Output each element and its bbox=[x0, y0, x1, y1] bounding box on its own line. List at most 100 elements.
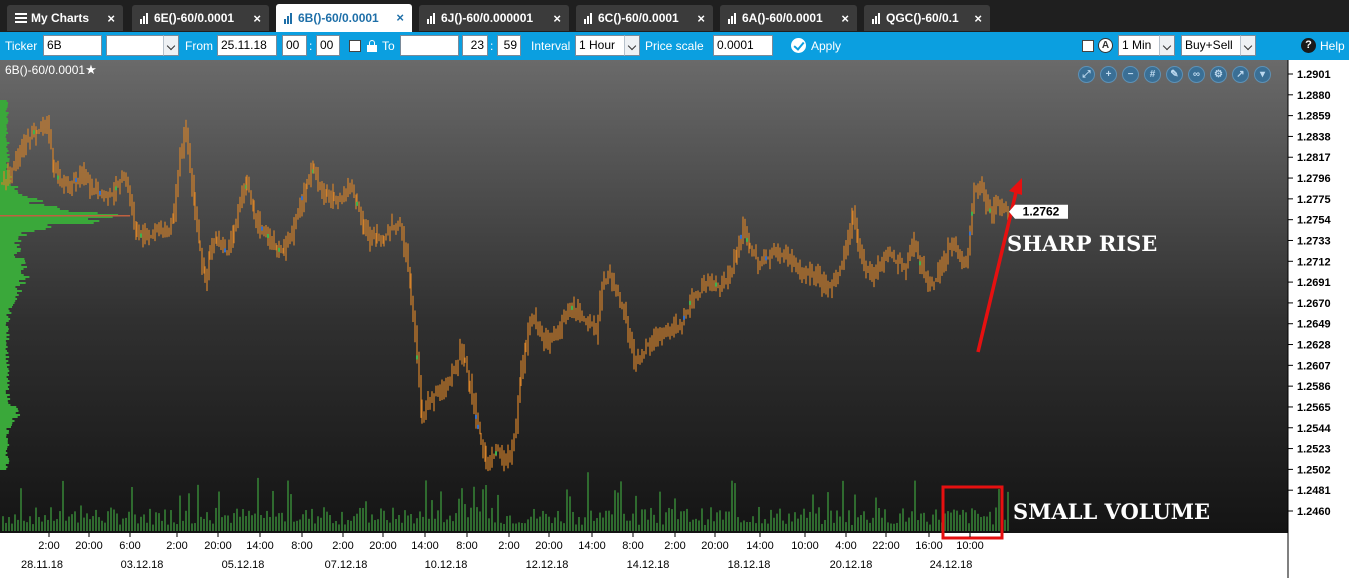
check-circle-icon[interactable] bbox=[791, 38, 806, 53]
tab-6j[interactable]: 6J()-60/0.000001 × bbox=[419, 5, 569, 31]
volume-bar bbox=[572, 511, 574, 531]
tab-6b[interactable]: 6B()-60/0.0001 × bbox=[276, 4, 412, 32]
volume-bar bbox=[263, 517, 265, 531]
volume-bar bbox=[551, 523, 553, 531]
volume-profile-bar bbox=[0, 430, 9, 432]
help-link[interactable]: Help bbox=[1320, 32, 1345, 60]
to-minute-input[interactable]: 59 bbox=[497, 35, 521, 56]
timeframe-select[interactable]: 1 Min bbox=[1118, 35, 1161, 56]
tab-my-charts[interactable]: My Charts × bbox=[7, 5, 123, 31]
chevron-down-icon[interactable] bbox=[1159, 35, 1175, 56]
volume-profile-bar bbox=[0, 408, 18, 410]
volume-profile-bar bbox=[0, 234, 27, 236]
volume-profile-bar bbox=[0, 270, 21, 272]
ticker-input[interactable]: 6B bbox=[43, 35, 102, 56]
trade-marker bbox=[477, 424, 479, 429]
volume-bar bbox=[218, 491, 220, 531]
to-date-input[interactable] bbox=[400, 35, 459, 56]
volume-profile-bar bbox=[0, 330, 9, 332]
volume-bar bbox=[701, 508, 703, 531]
from-minute-input[interactable]: 00 bbox=[316, 35, 340, 56]
from-hour-input[interactable]: 00 bbox=[282, 35, 307, 56]
volume-bar bbox=[623, 513, 625, 531]
tab-label: QGC()-60/0.1 bbox=[886, 11, 959, 25]
volume-profile-bar bbox=[0, 362, 7, 364]
volume-bar bbox=[560, 521, 562, 531]
close-icon[interactable]: × bbox=[253, 11, 261, 26]
volume-bar bbox=[527, 519, 529, 531]
volume-bar bbox=[239, 516, 241, 531]
volume-profile-bar bbox=[0, 136, 6, 138]
to-hour-input[interactable]: 23 bbox=[462, 35, 488, 56]
volume-bar bbox=[233, 513, 235, 531]
volume-profile-bar bbox=[0, 274, 24, 276]
tab-6e[interactable]: 6E()-60/0.0001 × bbox=[132, 5, 269, 31]
ticker-dropdown[interactable] bbox=[106, 35, 164, 56]
draw-icon[interactable]: ✎ bbox=[1166, 66, 1183, 83]
auto-checkbox[interactable] bbox=[1082, 40, 1094, 52]
trade-marker bbox=[919, 261, 921, 266]
volume-profile-bar bbox=[0, 248, 21, 250]
help-icon[interactable]: ? bbox=[1301, 38, 1316, 53]
y-tick-label: 1.2544 bbox=[1297, 423, 1332, 435]
trade-marker bbox=[261, 226, 263, 231]
trading-app: My Charts × 6E()-60/0.0001 × 6B()-60/0.0… bbox=[0, 0, 1349, 578]
chevron-down-icon[interactable] bbox=[1240, 35, 1256, 56]
auto-scale-icon[interactable]: A bbox=[1098, 38, 1113, 53]
volume-bar bbox=[878, 507, 880, 531]
volume-profile-bar bbox=[0, 310, 10, 312]
star-icon[interactable]: ★ bbox=[85, 62, 97, 77]
chevron-down-icon[interactable] bbox=[624, 35, 640, 56]
zoom-fit-icon[interactable]: ⤢ bbox=[1078, 66, 1095, 83]
from-date-input[interactable]: 25.11.18 bbox=[217, 35, 277, 56]
tab-6c[interactable]: 6C()-60/0.0001 × bbox=[576, 5, 713, 31]
volume-profile-bar bbox=[0, 156, 8, 158]
volume-bar bbox=[374, 520, 376, 531]
volume-bar bbox=[359, 507, 361, 531]
lock-icon[interactable] bbox=[367, 40, 377, 52]
volume-bar bbox=[785, 523, 787, 531]
settings-icon[interactable]: ⚙ bbox=[1210, 66, 1227, 83]
close-icon[interactable]: × bbox=[841, 11, 849, 26]
volume-profile-bar bbox=[0, 194, 23, 196]
collapse-icon[interactable]: ▾ bbox=[1254, 66, 1271, 83]
x-time-label: 14:00 bbox=[578, 540, 606, 552]
volume-profile-bar bbox=[0, 324, 6, 326]
volume-bar bbox=[347, 519, 349, 531]
close-icon[interactable]: × bbox=[697, 11, 705, 26]
expand-icon[interactable]: ↗ bbox=[1232, 66, 1249, 83]
tab-qgc[interactable]: QGC()-60/0.1 × bbox=[864, 5, 990, 31]
chevron-down-icon[interactable] bbox=[163, 35, 179, 56]
close-icon[interactable]: × bbox=[974, 11, 982, 26]
tab-6a[interactable]: 6A()-60/0.0001 × bbox=[720, 5, 857, 31]
zoom-in-icon[interactable]: + bbox=[1100, 66, 1117, 83]
to-enabled-checkbox[interactable] bbox=[349, 40, 361, 52]
side-select[interactable]: Buy+Sell bbox=[1181, 35, 1241, 56]
trade-marker bbox=[224, 248, 226, 253]
close-icon[interactable]: × bbox=[396, 10, 404, 25]
volume-profile-bar bbox=[0, 426, 11, 428]
volume-bar bbox=[92, 516, 94, 531]
volume-profile-bar bbox=[0, 336, 7, 338]
volume-bar bbox=[800, 514, 802, 531]
volume-bar bbox=[341, 511, 343, 531]
volume-bar bbox=[86, 513, 88, 531]
link-icon[interactable]: ∞ bbox=[1188, 66, 1205, 83]
close-icon[interactable]: × bbox=[107, 11, 115, 26]
x-time-label: 14:00 bbox=[246, 540, 274, 552]
volume-profile-bar bbox=[0, 348, 6, 350]
volume-profile-bar bbox=[0, 444, 10, 446]
close-icon[interactable]: × bbox=[553, 11, 561, 26]
volume-bar bbox=[950, 512, 952, 531]
price-chart[interactable]: 1.2762 1.2901 1.2880 1.2859 1.2838 1.2817 1.27… bbox=[0, 60, 1349, 578]
zoom-out-icon[interactable]: − bbox=[1122, 66, 1139, 83]
volume-profile-bar bbox=[0, 358, 6, 360]
volume-bar bbox=[518, 522, 520, 531]
price-scale-input[interactable]: 0.0001 bbox=[713, 35, 773, 56]
apply-button[interactable]: Apply bbox=[811, 32, 841, 60]
grid-icon[interactable]: # bbox=[1144, 66, 1161, 83]
y-tick-label: 1.2901 bbox=[1297, 69, 1331, 81]
volume-profile-bar bbox=[0, 266, 27, 268]
interval-select[interactable]: 1 Hour bbox=[575, 35, 626, 56]
volume-bar bbox=[569, 496, 571, 531]
